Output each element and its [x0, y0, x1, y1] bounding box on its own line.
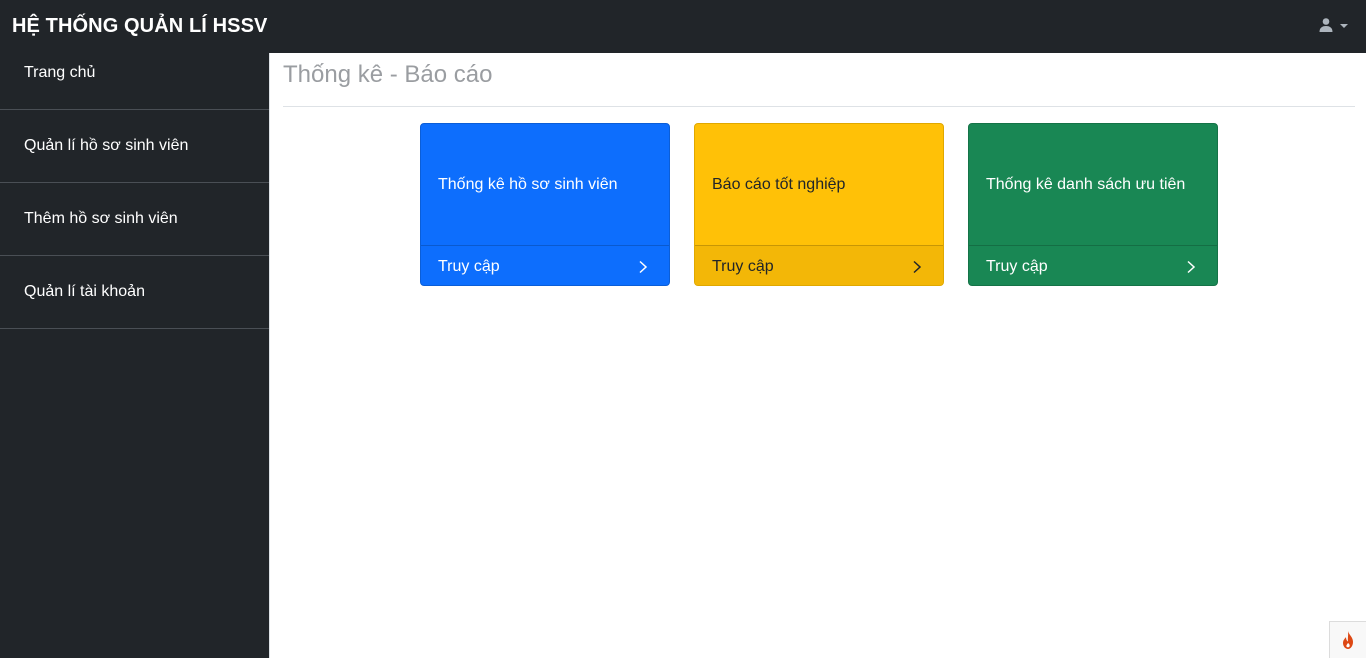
flame-icon	[1343, 631, 1353, 649]
page-title: Thống kê - Báo cáo	[283, 61, 493, 88]
sidebar-item-add-student-record[interactable]: Thêm hồ sơ sinh viên	[0, 183, 269, 256]
caret-down-icon	[1340, 23, 1348, 28]
user-menu-toggle[interactable]	[1318, 17, 1348, 33]
sidebar-item-manage-accounts[interactable]: Quản lí tài khoản	[0, 256, 269, 329]
chevron-right-icon	[913, 260, 922, 273]
main-content: Thống kê - Báo cáo Thống kê hồ sơ sinh v…	[269, 53, 1366, 658]
card-title: Thống kê hồ sơ sinh viên	[438, 176, 618, 193]
sidebar-item-home[interactable]: Trang chủ	[0, 53, 269, 110]
card-access-link[interactable]: Truy cập	[421, 245, 669, 285]
card-access-link[interactable]: Truy cập	[695, 245, 943, 285]
card-title: Thống kê danh sách ưu tiên	[986, 176, 1186, 193]
card-student-records-stats: Thống kê hồ sơ sinh viên Truy cập	[420, 123, 670, 286]
card-access-link[interactable]: Truy cập	[969, 245, 1217, 285]
user-icon	[1319, 18, 1333, 32]
app-title[interactable]: HỆ THỐNG QUẢN LÍ HSSV	[0, 15, 267, 38]
card-access-label: Truy cập	[438, 257, 500, 275]
card-graduation-report: Báo cáo tốt nghiệp Truy cập	[694, 123, 944, 286]
chevron-right-icon	[639, 260, 648, 273]
sidebar-item-manage-student-records[interactable]: Quản lí hồ sơ sinh viên	[0, 110, 269, 183]
card-access-label: Truy cập	[986, 257, 1048, 275]
card-priority-list-stats: Thống kê danh sách ưu tiên Truy cập	[968, 123, 1218, 286]
card-title: Báo cáo tốt nghiệp	[712, 176, 846, 193]
title-divider	[283, 106, 1355, 107]
debug-toolbar-toggle[interactable]	[1329, 621, 1366, 658]
top-navbar: HỆ THỐNG QUẢN LÍ HSSV	[0, 0, 1366, 53]
card-access-label: Truy cập	[712, 257, 774, 275]
chevron-right-icon	[1187, 260, 1196, 273]
sidebar: Trang chủ Quản lí hồ sơ sinh viên Thêm h…	[0, 53, 269, 658]
